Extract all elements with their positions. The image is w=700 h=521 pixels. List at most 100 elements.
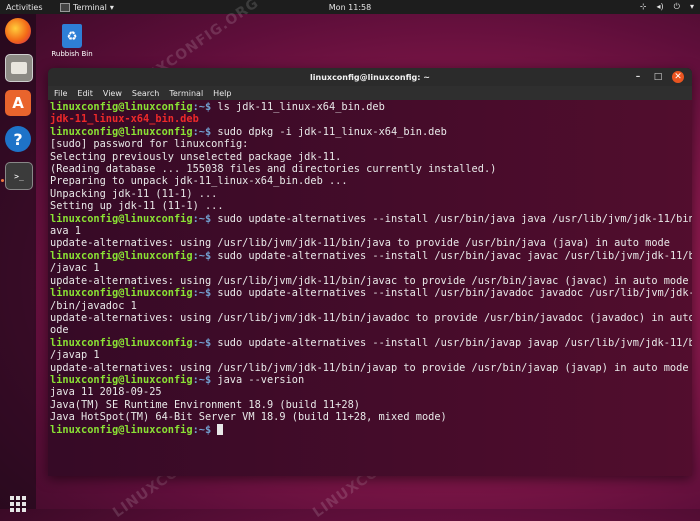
output-text: update-alternatives: using /usr/lib/jvm/… xyxy=(50,237,670,250)
command-text: sudo update-alternatives --install /usr/… xyxy=(217,287,692,300)
volume-icon: ◂) xyxy=(656,2,664,11)
terminal-window[interactable]: linuxconfig@linuxconfig: ~ – □ ✕ File Ed… xyxy=(48,68,692,476)
prompt-user: linuxconfig@linuxconfig xyxy=(50,101,193,113)
chevron-down-icon: ▾ xyxy=(689,2,694,11)
output-line: Preparing to unpack jdk-11_linux-x64_bin… xyxy=(50,175,690,187)
command-text: sudo update-alternatives --install /usr/… xyxy=(217,336,692,349)
prompt-path: :~$ xyxy=(192,101,218,113)
recycle-icon: ♻ xyxy=(62,24,82,48)
close-button[interactable]: ✕ xyxy=(672,71,684,83)
prompt-path: :~$ xyxy=(192,373,218,386)
clock[interactable]: Mon 11:58 xyxy=(329,3,371,12)
menu-edit[interactable]: Edit xyxy=(77,89,93,98)
output-text: Preparing to unpack jdk-11_linux-x64_bin… xyxy=(50,175,348,188)
prompt-user: linuxconfig@linuxconfig xyxy=(50,423,193,436)
maximize-button[interactable]: □ xyxy=(652,71,664,83)
command-line: linuxconfig@linuxconfig:~$ sudo update-a… xyxy=(50,249,692,262)
show-applications-icon[interactable] xyxy=(10,496,26,512)
output-text: Selecting previously unselected package … xyxy=(50,150,342,163)
network-icon: ⊹ xyxy=(639,2,647,11)
output-line: update-alternatives: using /usr/lib/jvm/… xyxy=(50,237,690,249)
output-text: Setting up jdk-11 (11-1) ... xyxy=(50,200,224,213)
prompt-path: :~$ xyxy=(192,423,218,436)
app-menu-label: Terminal xyxy=(73,2,107,12)
output-line: update-alternatives: using /usr/lib/jvm/… xyxy=(50,362,690,374)
activities-button[interactable]: Activities xyxy=(0,3,48,12)
output-line: ava 1 xyxy=(50,225,690,237)
app-menu[interactable]: Terminal ▾ xyxy=(60,2,114,12)
desktop-icon-label: Rubbish Bin xyxy=(51,50,93,58)
output-text: update-alternatives: using /usr/lib/jvm/… xyxy=(50,361,689,374)
prompt-path: :~$ xyxy=(192,212,218,225)
window-title: linuxconfig@linuxconfig: ~ xyxy=(310,72,430,82)
command-line: linuxconfig@linuxconfig:~$ sudo update-a… xyxy=(50,287,692,300)
command-text: sudo update-alternatives --install /usr/… xyxy=(217,212,692,225)
output-line: Selecting previously unselected package … xyxy=(50,151,690,163)
prompt-path: :~$ xyxy=(192,249,218,262)
prompt-path: :~$ xyxy=(192,336,218,349)
firefox-icon[interactable] xyxy=(5,18,31,44)
minimize-button[interactable]: – xyxy=(632,71,644,83)
output-text: [sudo] password for linuxconfig: xyxy=(50,138,249,151)
output-line: ode xyxy=(50,324,690,336)
command-line: linuxconfig@linuxconfig:~$ sudo update-a… xyxy=(50,336,692,349)
prompt-user: linuxconfig@linuxconfig xyxy=(50,249,193,262)
command-line: linuxconfig@linuxconfig:~$ xyxy=(50,423,690,436)
output-line: update-alternatives: using /usr/lib/jvm/… xyxy=(50,275,690,287)
output-line: Java HotSpot(TM) 64-Bit Server VM 18.9 (… xyxy=(50,411,690,423)
output-line: (Reading database ... 155038 files and d… xyxy=(50,163,690,175)
dock: A ? >_ xyxy=(0,14,36,512)
running-indicator xyxy=(1,179,4,182)
command-line: linuxconfig@linuxconfig:~$ sudo dpkg -i … xyxy=(50,126,690,138)
output-text: /javap 1 xyxy=(50,349,100,362)
menu-file[interactable]: File xyxy=(54,89,67,98)
command-text: ls jdk-11_linux-x64_bin.deb xyxy=(217,101,385,113)
prompt-path: :~$ xyxy=(192,287,218,300)
menu-terminal[interactable]: Terminal xyxy=(169,89,203,98)
command-line: linuxconfig@linuxconfig:~$ java --versio… xyxy=(50,374,690,386)
command-line: linuxconfig@linuxconfig:~$ ls jdk-11_lin… xyxy=(50,101,690,113)
output-line: /javap 1 xyxy=(50,349,690,361)
terminal-output[interactable]: linuxconfig@linuxconfig:~$ ls jdk-11_lin… xyxy=(48,100,692,476)
output-line: java 11 2018-09-25 xyxy=(50,386,690,398)
output-line: Unpacking jdk-11 (11-1) ... xyxy=(50,188,690,200)
output-text: Java HotSpot(TM) 64-Bit Server VM 18.9 (… xyxy=(50,411,447,424)
output-line: Setting up jdk-11 (11-1) ... xyxy=(50,200,690,212)
menu-bar: File Edit View Search Terminal Help xyxy=(48,86,692,100)
output-text: update-alternatives: using /usr/lib/jvm/… xyxy=(50,311,692,324)
output-text: (Reading database ... 155038 files and d… xyxy=(50,163,497,176)
terminal-icon[interactable]: >_ xyxy=(5,162,33,190)
text-cursor xyxy=(217,423,224,435)
output-text: ode xyxy=(50,324,69,337)
output-text: Java(TM) SE Runtime Environment 18.9 (bu… xyxy=(50,398,360,411)
help-icon[interactable]: ? xyxy=(5,126,31,152)
command-line: linuxconfig@linuxconfig:~$ sudo update-a… xyxy=(50,212,692,225)
prompt-user: linuxconfig@linuxconfig xyxy=(50,125,193,138)
menu-view[interactable]: View xyxy=(103,89,122,98)
command-text: java --version xyxy=(217,373,305,386)
prompt-path: :~$ xyxy=(192,125,218,138)
menu-help[interactable]: Help xyxy=(213,89,231,98)
output-line: Java(TM) SE Runtime Environment 18.9 (bu… xyxy=(50,399,690,411)
window-titlebar[interactable]: linuxconfig@linuxconfig: ~ – □ ✕ xyxy=(48,68,692,86)
output-line: /bin/javadoc 1 xyxy=(50,300,690,312)
prompt-user: linuxconfig@linuxconfig xyxy=(50,212,193,225)
output-text: Unpacking jdk-11 (11-1) ... xyxy=(50,187,218,200)
command-text: sudo update-alternatives --install /usr/… xyxy=(217,249,692,262)
output-line: /javac 1 xyxy=(50,262,690,274)
prompt-user: linuxconfig@linuxconfig xyxy=(50,373,193,386)
menu-search[interactable]: Search xyxy=(132,89,159,98)
output-line: jdk-11_linux-x64_bin.deb xyxy=(50,113,690,125)
software-center-icon[interactable]: A xyxy=(5,90,31,116)
listed-file: jdk-11_linux-x64_bin.deb xyxy=(50,113,199,126)
output-text: update-alternatives: using /usr/lib/jvm/… xyxy=(50,274,689,287)
command-text: sudo dpkg -i jdk-11_linux-x64_bin.deb xyxy=(217,125,447,138)
system-tray[interactable]: ⊹ ◂) ⏻ ▾ xyxy=(640,2,694,12)
output-text: ava 1 xyxy=(50,225,81,238)
terminal-app-icon xyxy=(60,2,70,12)
files-icon[interactable] xyxy=(5,54,33,82)
top-bar: Activities Terminal ▾ Mon 11:58 ⊹ ◂) ⏻ ▾ xyxy=(0,0,700,14)
output-text: /bin/javadoc 1 xyxy=(50,299,137,312)
desktop-icon-rubbish-bin[interactable]: ♻ Rubbish Bin xyxy=(50,24,94,58)
output-line: update-alternatives: using /usr/lib/jvm/… xyxy=(50,311,692,324)
